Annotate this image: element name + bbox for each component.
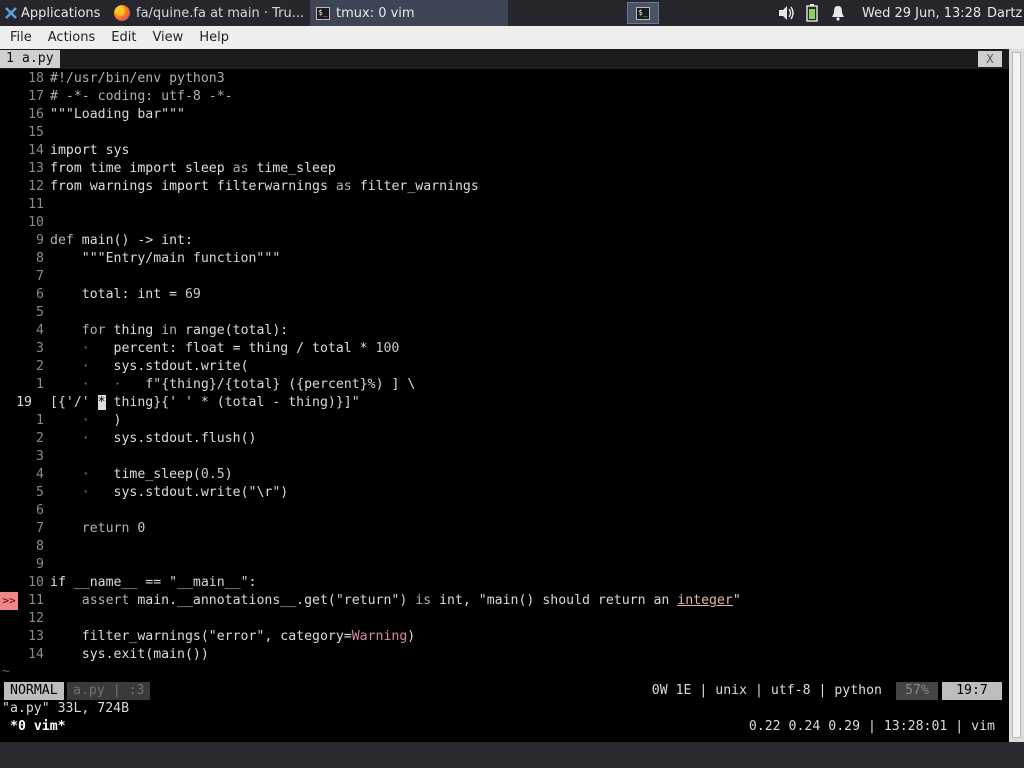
line-number: 1 <box>36 413 44 428</box>
taskbar-firefox-label: fa/quine.fa at main · Tru... <box>136 5 305 21</box>
line-text: filter_warnings("error", category=Warnin… <box>50 629 416 644</box>
line-text: # -*- coding: utf-8 -*- <box>50 89 233 104</box>
mode-indicator: NORMAL <box>4 682 64 700</box>
line-number: 12 <box>28 179 44 194</box>
end-of-buffer-marker: ~ <box>2 664 10 679</box>
line-text: · sys.stdout.write("\r") <box>81 485 289 500</box>
tab-close-button[interactable]: X <box>978 51 1002 67</box>
line-number: 11 <box>28 593 44 608</box>
line-number: 7 <box>36 269 44 284</box>
menu-help[interactable]: Help <box>199 30 229 45</box>
system-panel: Applications fa/quine.fa at main · Tru..… <box>0 0 1024 26</box>
line-number: 7 <box>36 521 44 536</box>
line-text: · sys.stdout.write( <box>81 359 249 374</box>
statusline-info: 0W 1E | unix | utf-8 | python <box>651 683 882 698</box>
line-text: · percent: float = thing / total * 100 <box>81 341 400 356</box>
line-number: 3 <box>36 341 44 356</box>
line-text: · · f"{thing}/{total} ({percent}%) ] \ <box>81 377 416 392</box>
tmux-statusbar: *0 vim* 0.22 0.24 0.29 | 13:28:01 | vim <box>0 718 1009 736</box>
line-number: 4 <box>36 467 44 482</box>
line-number: 18 <box>28 71 44 86</box>
menu-bar: File Actions Edit View Help <box>0 26 1024 49</box>
scrollbar-thumb[interactable] <box>1012 52 1021 738</box>
line-number: 17 <box>28 89 44 104</box>
applications-label: Applications <box>21 5 101 21</box>
line-text: · time_sleep(0.5) <box>81 467 233 482</box>
line-text: assert main.__annotations__.get("return"… <box>81 593 741 608</box>
line-text: import sys <box>50 143 130 158</box>
line-number: 8 <box>36 251 44 266</box>
line-number: 13 <box>28 629 44 644</box>
line-number: 16 <box>28 107 44 122</box>
terminal-launcher-button[interactable]: $_ <box>627 2 659 24</box>
line-number: 15 <box>28 125 44 140</box>
line-text: sys.exit(main()) <box>50 647 209 662</box>
line-text: from time import sleep as time_sleep <box>50 161 336 176</box>
line-number: 13 <box>28 161 44 176</box>
menu-file[interactable]: File <box>10 30 32 45</box>
menu-view[interactable]: View <box>152 30 183 45</box>
line-text: [{'/' * thing}{' ' * (total - thing)}]" <box>50 395 360 410</box>
line-number: 9 <box>36 233 44 248</box>
line-number: 14 <box>28 647 44 662</box>
line-number: 14 <box>28 143 44 158</box>
statusline-position: 19:7 <box>942 682 1002 700</box>
line-text: def main() -> int: <box>50 233 193 248</box>
line-number: 11 <box>28 197 44 212</box>
line-text: from warnings import filterwarnings as f… <box>50 179 479 194</box>
line-number: 1 <box>36 377 44 392</box>
vim-statusline: NORMAL a.py | :3 0W 1E | unix | utf-8 | … <box>0 682 1009 700</box>
taskbar-firefox[interactable]: fa/quine.fa at main · Tru... <box>108 0 308 26</box>
applications-menu[interactable]: Applications <box>0 0 108 26</box>
line-number: 9 <box>36 557 44 572</box>
volume-icon[interactable] <box>777 0 795 26</box>
line-text: """Entry/main function""" <box>81 251 281 266</box>
line-number: 5 <box>36 305 44 320</box>
statusline-file: a.py | :3 <box>67 682 151 700</box>
terminal-scrollbar[interactable] <box>1009 49 1024 742</box>
menu-edit[interactable]: Edit <box>111 30 136 45</box>
tmux-window[interactable]: *0 vim* <box>10 718 66 736</box>
terminal-area[interactable]: 1 a.py X 18 #!/usr/bin/env python3 17 # -*-… <box>0 49 1009 742</box>
user-menu[interactable]: Dartz <box>987 0 1022 26</box>
line-text: total: int = 69 <box>50 287 201 302</box>
line-text: for thing in range(total): <box>81 323 289 338</box>
statusline-percent: 57% <box>896 682 938 700</box>
terminal-launcher-icon: $_ <box>636 6 650 20</box>
line-number: 2 <box>36 359 44 374</box>
line-text: · sys.stdout.flush() <box>81 431 257 446</box>
line-number: 3 <box>36 449 44 464</box>
xfce-logo-icon <box>5 7 17 19</box>
vim-tab[interactable]: 1 a.py <box>0 50 60 68</box>
line-number: 8 <box>36 539 44 554</box>
taskbar-terminal[interactable]: $_ tmux: 0 vim <box>310 0 508 26</box>
line-text: if __name__ == "__main__": <box>50 575 257 590</box>
taskbar-terminal-label: tmux: 0 vim <box>336 5 415 21</box>
clock[interactable]: Wed 29 Jun, 13:28 <box>862 0 981 26</box>
firefox-icon <box>114 5 130 21</box>
line-number: 6 <box>36 287 44 302</box>
notification-bell-icon[interactable] <box>831 0 845 26</box>
vim-tabline: 1 a.py X <box>0 49 1009 69</box>
bottom-panel <box>0 742 1024 768</box>
line-text: · ) <box>81 413 122 428</box>
command-message: "a.py" 33L, 724B <box>2 701 130 716</box>
line-text: return 0 <box>81 521 146 536</box>
line-text: #!/usr/bin/env python3 <box>50 71 225 86</box>
line-number: 12 <box>28 611 44 626</box>
menu-actions[interactable]: Actions <box>48 30 96 45</box>
line-number: 10 <box>28 575 44 590</box>
battery-icon[interactable] <box>806 0 818 26</box>
tmux-status-right: 0.22 0.24 0.29 | 13:28:01 | vim <box>748 719 995 734</box>
line-number: 2 <box>36 431 44 446</box>
line-number: 5 <box>36 485 44 500</box>
line-number: 19 <box>16 395 32 410</box>
terminal-icon: $_ <box>316 6 330 20</box>
line-number: 10 <box>28 215 44 230</box>
line-number: 6 <box>36 503 44 518</box>
line-text: """Loading bar""" <box>50 107 185 122</box>
line-number: 4 <box>36 323 44 338</box>
